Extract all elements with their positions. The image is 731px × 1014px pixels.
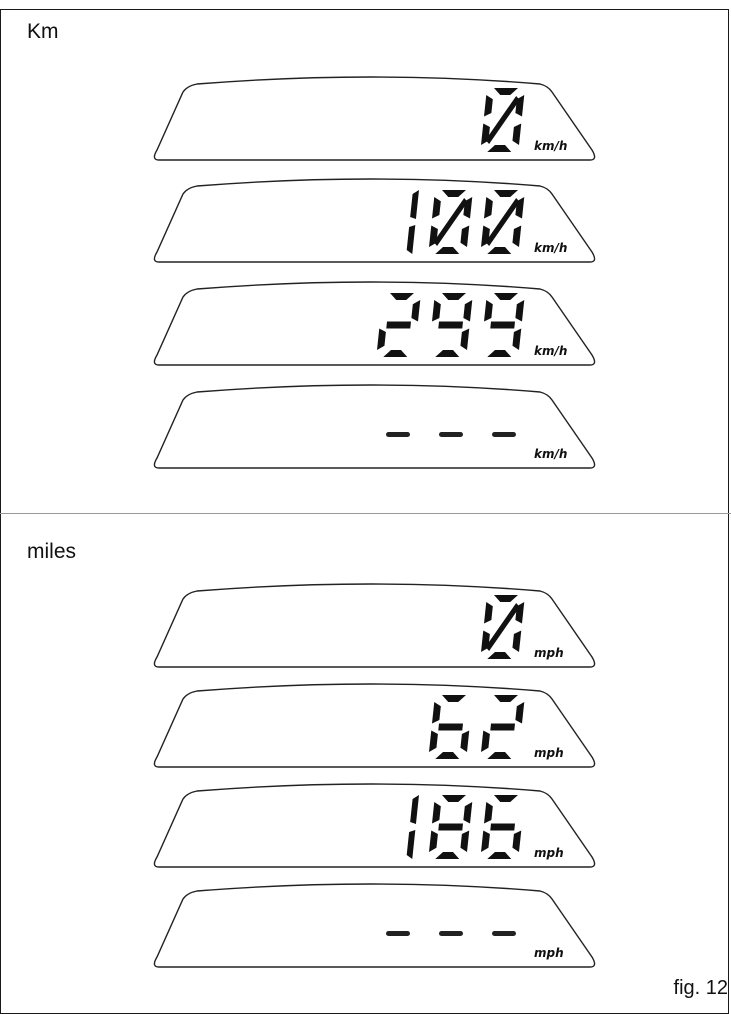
- unit-label: km/h: [534, 241, 567, 255]
- lcd-display-km-2: km/h: [153, 178, 596, 263]
- unit-label: mph: [534, 946, 564, 960]
- unit-label: mph: [534, 646, 564, 660]
- lcd-bezel: [153, 178, 596, 263]
- lcd-bezel: [153, 783, 596, 868]
- unit-label: km/h: [534, 447, 567, 461]
- dash-segment: [492, 931, 516, 936]
- lcd-display-miles-3: mph: [153, 783, 596, 868]
- lcd-display-km-4: km/h: [153, 384, 596, 469]
- lcd-bezel: [153, 583, 596, 668]
- lcd-display-miles-4: mph: [153, 883, 596, 968]
- lcd-display-km-3: km/h: [153, 281, 596, 366]
- unit-label: mph: [534, 746, 564, 760]
- figure-frame: Km miles fig. 12 km/h km/h km/h km/h mph mph m…: [0, 0, 731, 1014]
- lcd-bezel: [153, 384, 596, 469]
- dash-segment: [439, 432, 463, 437]
- dash-segment: [439, 931, 463, 936]
- dash-segment: [386, 931, 410, 936]
- unit-label: mph: [534, 846, 564, 860]
- unit-label: km/h: [534, 139, 567, 153]
- lcd-bezel: [153, 883, 596, 968]
- lcd-bezel: [153, 76, 596, 161]
- lcd-display-miles-1: mph: [153, 583, 596, 668]
- lcd-bezel: [153, 683, 596, 768]
- lcd-display-miles-2: mph: [153, 683, 596, 768]
- dash-segment: [492, 432, 516, 437]
- dash-segment: [386, 432, 410, 437]
- lcd-display-km-1: km/h: [153, 76, 596, 161]
- unit-label: km/h: [534, 344, 567, 358]
- lcd-display-illustrations: km/h km/h km/h km/h mph mph mph mph: [153, 76, 596, 968]
- lcd-bezel: [153, 281, 596, 366]
